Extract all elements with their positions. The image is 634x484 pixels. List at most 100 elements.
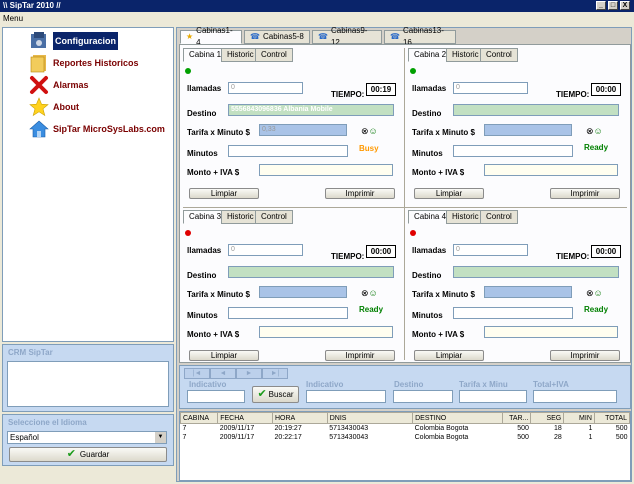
tarifa-filter-input[interactable] [459,390,527,403]
user-phone-icon[interactable]: ⊗☺ [586,126,603,137]
destino-input[interactable]: 5556843096836 Albania Mobile [228,104,394,116]
column-header[interactable]: TOTAL [593,412,630,424]
table-cell: 500 [615,433,628,441]
limpiar-button[interactable]: Limpiar [414,188,484,199]
limpiar-button[interactable]: Limpiar [189,350,259,361]
status-dot [410,68,416,74]
user-phone-icon[interactable]: ⊗☺ [361,126,378,137]
historic-tab[interactable]: Historic [446,48,485,62]
minutos-input[interactable] [453,145,573,157]
column-header[interactable]: DESTINO [412,412,503,424]
table-cell: 20:22:17 [274,433,302,441]
imprimir-button[interactable]: Imprimir [325,188,395,199]
column-header[interactable]: CABINA [180,412,219,424]
llamadas-input[interactable]: 0 [228,82,303,94]
minutos-label: Minutos [412,149,443,158]
llamadas-label: llamadas [187,84,222,93]
control-tab[interactable]: Control [480,210,518,224]
column-header[interactable]: DNIS [326,412,414,424]
menu-item[interactable]: Menu [3,14,23,23]
tab-cabinas-9-12[interactable]: ☎ Cabinas9-12 [312,26,382,47]
imprimir-button[interactable]: Imprimir [550,188,620,199]
nav-item-website[interactable]: SipTar MicroSysLabs.com [53,120,165,138]
last-record-button[interactable]: ►| [262,368,288,379]
imprimir-button[interactable]: Imprimir [325,350,395,361]
total-filter-input[interactable] [533,390,617,403]
table-row[interactable]: 7 2009/11/17 20:19:27 5713430043 Colombia Bo… [181,424,630,433]
search-button[interactable]: ✔ Buscar [252,386,299,403]
destino-input[interactable] [453,104,619,116]
table-cell: 500 [517,433,529,441]
historic-tab[interactable]: Historic [446,210,485,224]
monto-input[interactable] [259,164,393,176]
column-header[interactable]: HORA [271,412,328,424]
tab-cabinas-13-16[interactable]: ☎ Cabinas13-16 [384,26,456,47]
minutos-input[interactable] [228,307,348,319]
control-tab[interactable]: Control [480,48,518,62]
historic-tab[interactable]: Historic [221,210,260,224]
monto-label: Monto + IVA $ [412,330,465,339]
indicativo-input-2[interactable] [306,390,386,403]
historic-tab[interactable]: Historic [221,48,260,62]
tarifa-input[interactable]: 0,33 [259,124,347,136]
table-row[interactable]: 7 2009/11/17 20:22:17 5713430043 Colombia Bo… [181,433,630,442]
close-button[interactable]: X [620,1,630,10]
tarifa-input[interactable] [484,286,572,298]
nav-item-about[interactable]: About [53,98,79,116]
tiempo-label: TIEMPO: [331,252,365,261]
chevron-down-icon[interactable]: ▼ [155,432,166,443]
tarifa-label: Tarifa x Minuto $ [412,290,475,299]
control-tab[interactable]: Control [255,48,293,62]
minutos-input[interactable] [228,145,348,157]
tab-cabinas-5-8[interactable]: ☎ Cabinas5-8 [244,30,310,44]
tarifa-input[interactable] [484,124,572,136]
tarifa-input[interactable] [259,286,347,298]
destino-input[interactable] [453,266,619,278]
limpiar-button[interactable]: Limpiar [414,350,484,361]
first-record-button[interactable]: |◄ [184,368,210,379]
language-group: Seleccione el Idioma Español ▼ ✔ Guardar [2,414,174,466]
status-badge: Busy [359,144,379,153]
user-phone-icon[interactable]: ⊗☺ [361,288,378,299]
monto-label: Monto + IVA $ [187,168,240,177]
column-header[interactable]: SEG [530,412,565,424]
minutos-label: Minutos [187,311,218,320]
table-cell: 5713430043 [329,424,369,432]
tiempo-display: 00:19 [366,83,396,96]
monto-input[interactable] [259,326,393,338]
llamadas-label: llamadas [187,246,222,255]
column-header[interactable]: FECHA [217,412,273,424]
destino-label: Destino [412,109,442,118]
menu-bar: Menu [0,12,634,25]
column-header[interactable]: TAR... [501,412,532,424]
minimize-button[interactable]: _ [596,1,606,10]
nav-item-alarmas[interactable]: Alarmas [53,76,89,94]
limpiar-button[interactable]: Limpiar [189,188,259,199]
llamadas-input[interactable]: 0 [453,82,528,94]
monto-input[interactable] [484,326,618,338]
monto-input[interactable] [484,164,618,176]
crm-textarea[interactable] [7,361,169,407]
next-record-button[interactable]: ► [236,368,262,379]
language-select[interactable]: Español ▼ [7,431,167,444]
cabin-3: Cabina 3 Historic Control llamadas 0 TIE… [183,210,407,361]
destino-input[interactable] [228,266,394,278]
destino-filter-input[interactable] [393,390,453,403]
control-tab[interactable]: Control [255,210,293,224]
maximize-button[interactable]: □ [608,1,618,10]
user-phone-icon[interactable]: ⊗☺ [586,288,603,299]
nav-item-reportes[interactable]: Reportes Historicos [53,54,139,72]
phone-icon: ☎ [250,32,260,41]
table-cell: 500 [517,424,529,432]
save-button[interactable]: ✔ Guardar [9,447,167,462]
prev-record-button[interactable]: ◄ [210,368,236,379]
indicativo-input[interactable] [187,390,245,403]
llamadas-input[interactable]: 0 [453,244,528,256]
nav-item-configuracion[interactable]: Configuracion [53,32,118,50]
imprimir-button[interactable]: Imprimir [550,350,620,361]
minutos-input[interactable] [453,307,573,319]
column-header[interactable]: MIN [563,412,595,424]
llamadas-input[interactable]: 0 [228,244,303,256]
tab-cabinas-1-4[interactable]: ★ Cabinas1-4 [180,26,242,47]
language-title: Seleccione el Idioma [8,418,87,427]
